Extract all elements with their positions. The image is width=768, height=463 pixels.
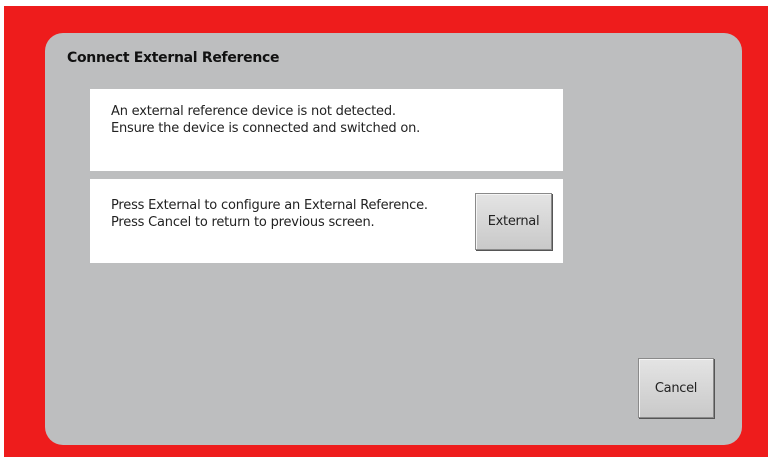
connect-external-reference-dialog: Connect External Reference An external r… bbox=[45, 33, 742, 445]
red-border-frame: Connect External Reference An external r… bbox=[4, 6, 768, 457]
instructions-text: Press External to configure an External … bbox=[111, 197, 428, 231]
status-message: An external reference device is not dete… bbox=[111, 103, 420, 137]
instructions-panel: Press External to configure an External … bbox=[90, 179, 563, 263]
dialog-title: Connect External Reference bbox=[67, 50, 280, 66]
status-message-panel: An external reference device is not dete… bbox=[90, 89, 563, 171]
status-message-line-1: An external reference device is not dete… bbox=[111, 104, 396, 119]
cancel-button[interactable]: Cancel bbox=[638, 358, 714, 418]
external-button[interactable]: External bbox=[475, 193, 552, 250]
instructions-line-1: Press External to configure an External … bbox=[111, 198, 428, 213]
status-message-line-2: Ensure the device is connected and switc… bbox=[111, 121, 421, 136]
instructions-line-2: Press Cancel to return to previous scree… bbox=[111, 215, 375, 230]
